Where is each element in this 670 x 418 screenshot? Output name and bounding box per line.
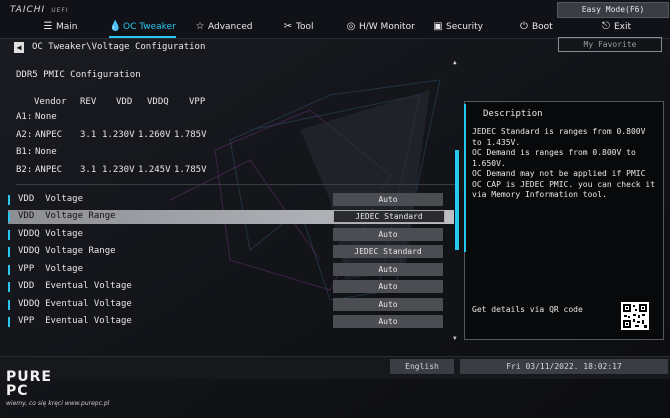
- scroll-up-arrow[interactable]: ▲: [453, 59, 457, 66]
- setting-value-button[interactable]: Auto: [333, 193, 443, 206]
- purepc-watermark: PURE PC wiemy, co się kręci www.purepc.p…: [6, 370, 109, 407]
- setting-vddq-voltage-range[interactable]: VDDQ Voltage Range JEDEC Standard: [8, 245, 454, 259]
- qr-code-icon: [621, 302, 649, 330]
- setting-value-button[interactable]: Auto: [333, 280, 443, 293]
- main-tabs: ☰ Main 💧 OC Tweaker ☆ Advanced ✂ Tool ◎ H/W M…: [0, 18, 670, 38]
- tab-security[interactable]: ▣ Security: [432, 18, 483, 36]
- power-icon: ⏻: [520, 21, 528, 32]
- setting-value-button[interactable]: Auto: [333, 263, 443, 276]
- item-marker: [8, 247, 10, 257]
- my-favorite-button[interactable]: My Favorite: [558, 37, 662, 52]
- watermark-logo: PURE PC: [6, 369, 52, 399]
- setting-label: VDDQ Voltage Range: [18, 246, 116, 256]
- setting-label: VDD Eventual Voltage: [18, 281, 132, 291]
- item-marker: [8, 195, 10, 205]
- setting-vdd-voltage-range[interactable]: VDD Voltage Range JEDEC Standard: [8, 210, 454, 224]
- setting-value-button[interactable]: Auto: [333, 315, 443, 328]
- setting-value-button[interactable]: Auto: [333, 298, 443, 311]
- setting-vddq-voltage[interactable]: VDDQ Voltage Auto: [8, 228, 454, 242]
- tools-icon: ✂: [283, 21, 293, 32]
- exit-icon: ⎋: [602, 21, 610, 32]
- divider: [16, 184, 456, 185]
- scroll-down-arrow[interactable]: ▼: [453, 335, 457, 342]
- column-header: REV: [80, 97, 97, 107]
- column-header: VDDQ: [147, 97, 169, 107]
- tab-exit[interactable]: ⎋ Exit: [600, 18, 631, 36]
- description-title: Description: [483, 109, 543, 119]
- setting-label: VDD Voltage Range: [18, 211, 116, 221]
- setting-value-button[interactable]: JEDEC Standard: [333, 245, 443, 258]
- item-marker: [8, 300, 10, 310]
- description-panel: Description JEDEC Standard is ranges fro…: [464, 101, 664, 340]
- top-bar: TAICHI UEFI Easy Mode(F6) ☰ Main 💧 OC Tweak…: [0, 0, 670, 39]
- scrollbar-thumb[interactable]: [455, 150, 459, 250]
- setting-vdd-voltage[interactable]: VDD Voltage Auto: [8, 193, 454, 207]
- item-marker: [8, 265, 10, 275]
- setting-vddq-eventual-voltage[interactable]: VDDQ Eventual Voltage Auto: [8, 298, 454, 312]
- setting-label: VDDQ Voltage: [18, 229, 84, 239]
- monitor-icon: ◎: [346, 21, 356, 32]
- tab-tool[interactable]: ✂ Tool: [282, 18, 314, 36]
- column-header: VPP: [189, 97, 206, 107]
- column-header: Vendor: [34, 97, 67, 107]
- back-button[interactable]: ◀: [14, 41, 24, 53]
- setting-vpp-voltage[interactable]: VPP Voltage Auto: [8, 263, 454, 277]
- flame-icon: 💧: [109, 21, 122, 32]
- taichi-logo: TAICHI UEFI: [10, 5, 69, 15]
- section-title: DDR5 PMIC Configuration: [16, 70, 141, 80]
- tab-boot[interactable]: ⏻ Boot: [518, 18, 553, 36]
- item-marker: [8, 230, 10, 240]
- setting-vpp-eventual-voltage[interactable]: VPP Eventual Voltage Auto: [8, 315, 454, 329]
- description-text: JEDEC Standard is ranges from 0.800V to …: [472, 127, 656, 199]
- setting-label: VDD Voltage: [18, 194, 84, 204]
- item-marker: [8, 317, 10, 327]
- tab-advanced[interactable]: ☆ Advanced: [194, 18, 253, 36]
- setting-vdd-eventual-voltage[interactable]: VDD Eventual Voltage Auto: [8, 280, 454, 294]
- panel-accent: [464, 104, 466, 252]
- setting-label: VPP Eventual Voltage: [18, 316, 132, 326]
- tab-oc-tweaker[interactable]: 💧 OC Tweaker: [109, 18, 176, 38]
- item-marker: [8, 282, 10, 292]
- watermark-tagline: wiemy, co się kręci www.purepc.pl: [6, 400, 110, 407]
- datetime-display: Fri 03/11/2022. 18:02:17: [460, 359, 668, 374]
- qr-label: Get details via QR code: [472, 305, 583, 314]
- breadcrumb-path: OC Tweaker\Voltage Configuration: [32, 42, 206, 52]
- setting-value-button[interactable]: Auto: [333, 228, 443, 241]
- setting-value-button[interactable]: JEDEC Standard: [333, 210, 445, 223]
- easy-mode-button[interactable]: Easy Mode(F6): [557, 2, 669, 18]
- breadcrumb: ◀ OC Tweaker\Voltage Configuration: [14, 40, 205, 54]
- shield-icon: ▣: [433, 21, 443, 32]
- setting-label: VDDQ Eventual Voltage: [18, 299, 132, 309]
- list-icon: ☰: [43, 21, 53, 32]
- language-button[interactable]: English: [390, 359, 454, 374]
- star-icon: ☆: [195, 21, 205, 32]
- setting-label: VPP Voltage: [18, 264, 84, 274]
- tab-main[interactable]: ☰ Main: [42, 18, 78, 36]
- item-marker: [8, 212, 10, 222]
- tab-hw-monitor[interactable]: ◎ H/W Monitor: [345, 18, 415, 36]
- column-header: VDD: [116, 97, 133, 107]
